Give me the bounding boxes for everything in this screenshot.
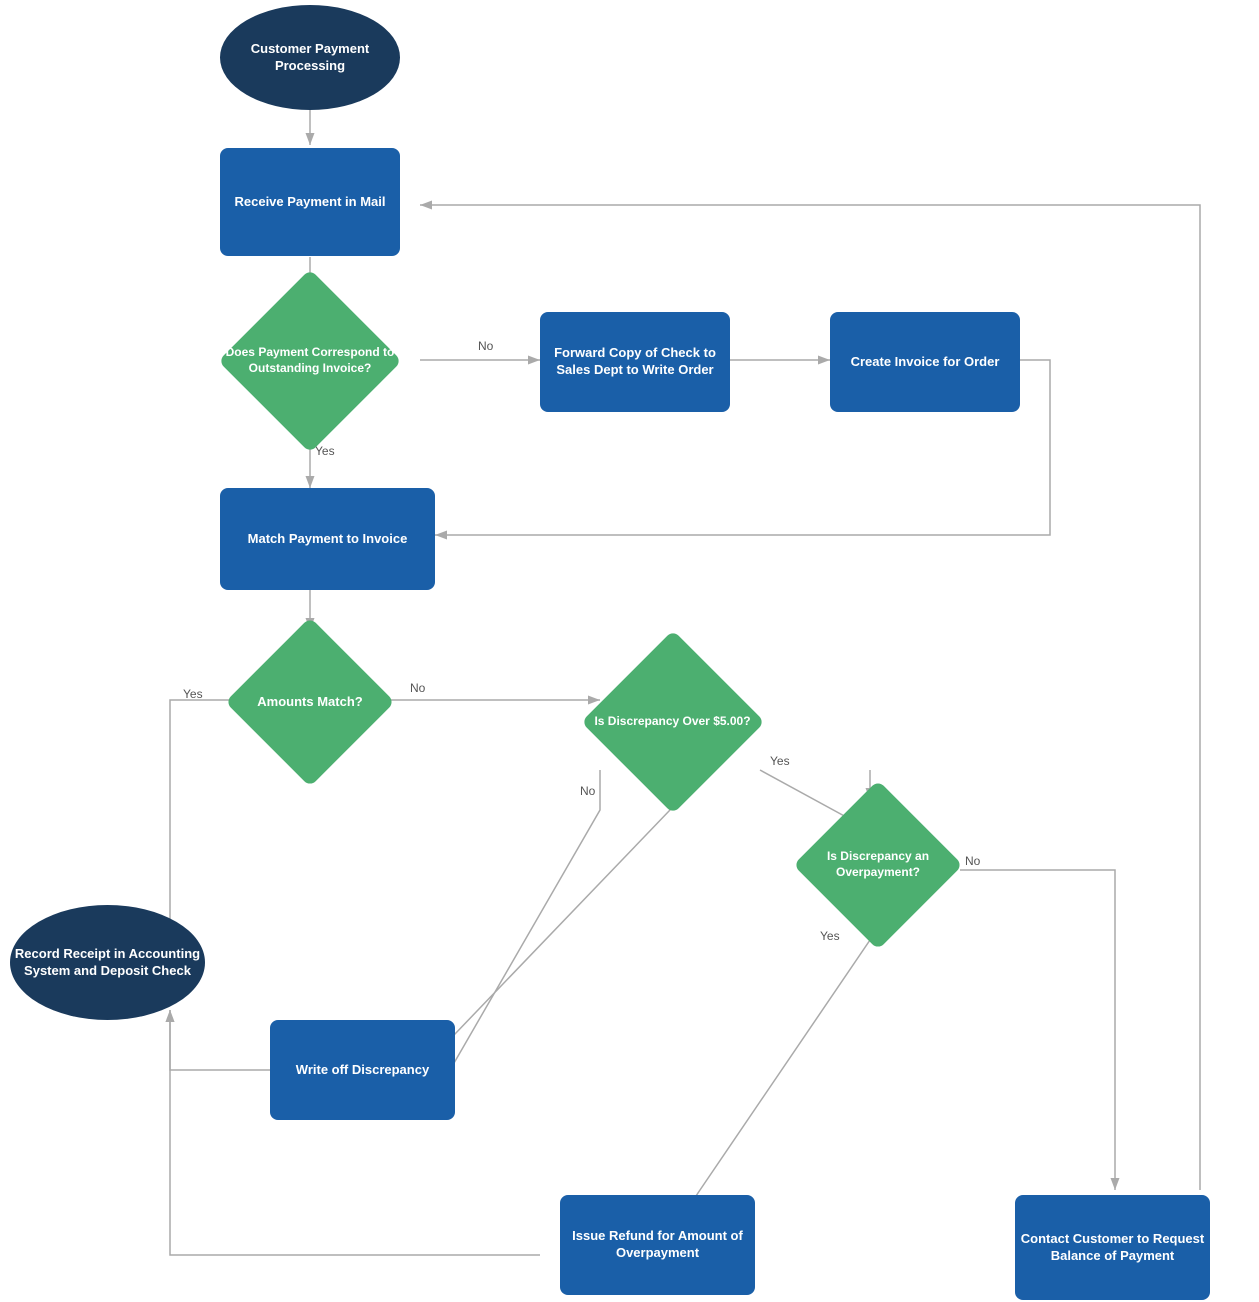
discrepancy-over-label: Is Discrepancy Over $5.00? <box>589 714 755 730</box>
issue-refund-label: Issue Refund for Amount of Overpayment <box>560 1228 755 1262</box>
issue-refund-node: Issue Refund for Amount of Overpayment <box>560 1195 755 1295</box>
amounts-match-label: Amounts Match? <box>257 694 362 711</box>
forward-copy-node: Forward Copy of Check to Sales Dept to W… <box>540 312 730 412</box>
start-node: Customer Payment Processing <box>220 5 400 110</box>
does-payment-label: Does Payment Correspond to Outstanding I… <box>185 345 435 376</box>
record-receipt-label: Record Receipt in Accounting System and … <box>10 946 205 980</box>
discrepancy-over-diamond: Is Discrepancy Over $5.00? <box>545 648 800 796</box>
label-no-1: No <box>478 339 494 353</box>
match-payment-label: Match Payment to Invoice <box>248 531 408 548</box>
receive-payment-label: Receive Payment in Mail <box>234 194 385 211</box>
contact-customer-node: Contact Customer to Request Balance of P… <box>1015 1195 1210 1300</box>
amounts-match-diamond: Amounts Match? <box>185 628 435 776</box>
discrepancy-overpayment-label: Is Discrepancy an Overpayment? <box>778 849 978 880</box>
label-yes-1: Yes <box>315 444 335 458</box>
contact-customer-label: Contact Customer to Request Balance of P… <box>1015 1231 1210 1265</box>
discrepancy-overpayment-diamond: Is Discrepancy an Overpayment? <box>778 800 978 930</box>
label-yes-4: Yes <box>820 929 840 943</box>
receive-payment-node: Receive Payment in Mail <box>220 148 400 256</box>
start-label: Customer Payment Processing <box>220 41 400 75</box>
does-payment-diamond: Does Payment Correspond to Outstanding I… <box>185 288 435 433</box>
record-receipt-node: Record Receipt in Accounting System and … <box>10 905 205 1020</box>
create-invoice-node: Create Invoice for Order <box>830 312 1020 412</box>
create-invoice-label: Create Invoice for Order <box>851 354 1000 371</box>
write-off-node: Write off Discrepancy <box>270 1020 455 1120</box>
write-off-label: Write off Discrepancy <box>296 1062 429 1079</box>
flowchart: No Yes No Yes Yes No Yes No Customer Pay… <box>0 0 1259 1302</box>
forward-copy-label: Forward Copy of Check to Sales Dept to W… <box>540 345 730 379</box>
match-payment-node: Match Payment to Invoice <box>220 488 435 590</box>
